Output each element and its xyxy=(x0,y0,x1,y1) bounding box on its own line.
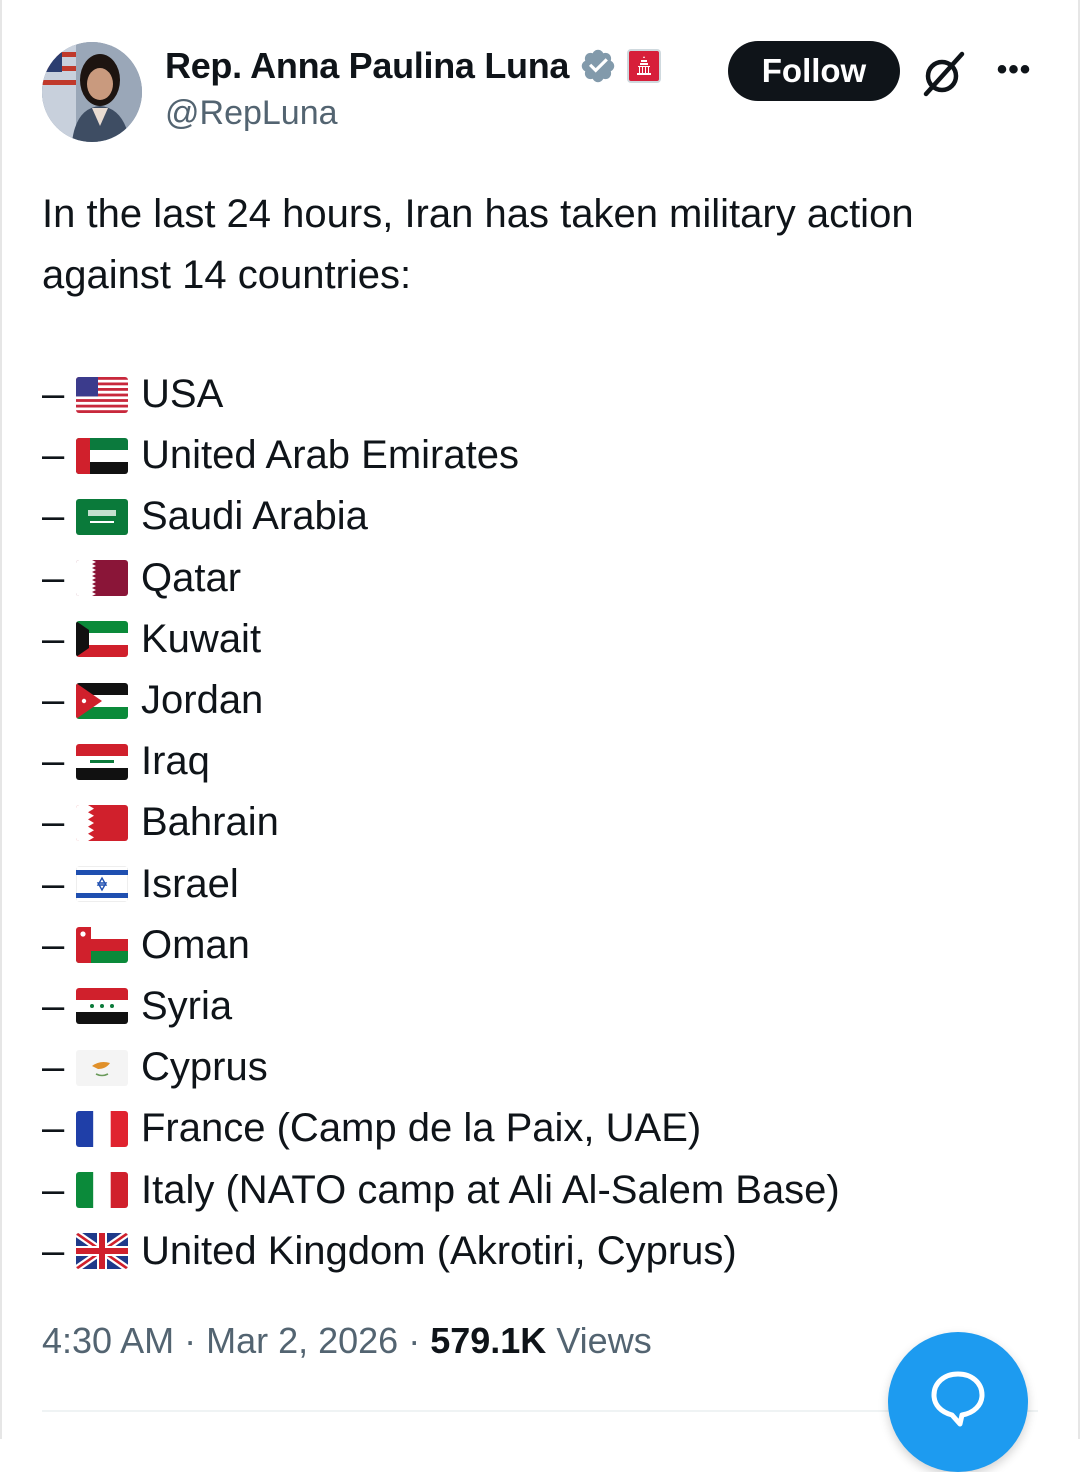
tweet-meta: 4:30 AM · Mar 2, 2026 · 579.1K Views xyxy=(42,1320,652,1362)
flag-cyprus-icon xyxy=(76,1049,128,1086)
verified-badge-icon[interactable] xyxy=(579,47,617,85)
list-item-label: Kuwait xyxy=(141,616,262,661)
list-dash: – xyxy=(42,433,65,478)
list-dash: – xyxy=(42,861,65,906)
list-item: – Iraq xyxy=(42,731,1042,792)
list-item-label: USA xyxy=(141,372,224,417)
flag-usa-icon xyxy=(76,376,128,413)
list-item-label: Qatar xyxy=(141,555,242,600)
tweet-body: In the last 24 hours, Iran has taken mil… xyxy=(42,184,1042,306)
left-border xyxy=(0,0,2,1439)
flag-israel-icon xyxy=(76,866,128,903)
meta-separator: · xyxy=(174,1320,207,1361)
list-dash: – xyxy=(42,922,65,967)
list-dash: – xyxy=(42,555,65,600)
reply-fab-button[interactable] xyxy=(888,1332,1028,1472)
list-item-label: Syria xyxy=(141,983,233,1028)
list-item-label: Oman xyxy=(141,922,250,967)
list-dash: – xyxy=(42,372,65,417)
name-row: Rep. Anna Paulina Luna xyxy=(165,42,662,90)
list-item: – Italy (NATO camp at Ali Al-Salem Base) xyxy=(42,1159,1042,1220)
list-item-label: United Kingdom (Akrotiri, Cyprus) xyxy=(141,1228,737,1273)
list-item: – Syria xyxy=(42,976,1042,1037)
list-item: – Oman xyxy=(42,915,1042,976)
grok-icon[interactable] xyxy=(918,48,970,100)
list-item-label: Cyprus xyxy=(141,1045,268,1090)
list-dash: – xyxy=(42,1167,65,1212)
list-item-label: Jordan xyxy=(141,678,264,723)
list-item: – Bahrain xyxy=(42,792,1042,853)
flag-oman-icon xyxy=(76,927,128,964)
list-dash: – xyxy=(42,678,65,723)
list-dash: – xyxy=(42,800,65,845)
flag-uk-icon xyxy=(76,1233,128,1270)
list-item: – Kuwait xyxy=(42,609,1042,670)
list-item-label: Israel xyxy=(141,861,239,906)
list-dash: – xyxy=(42,616,65,661)
list-item-label: Italy (NATO camp at Ali Al-Salem Base) xyxy=(141,1167,840,1212)
list-item: – France (Camp de la Paix, UAE) xyxy=(42,1098,1042,1159)
list-item-label: Saudi Arabia xyxy=(141,494,368,539)
views-count[interactable]: 579.1K xyxy=(430,1320,546,1362)
flag-bahrain-icon xyxy=(76,804,128,841)
list-dash: – xyxy=(42,1106,65,1151)
more-options-icon[interactable]: ••• xyxy=(992,50,1036,90)
flag-iraq-icon xyxy=(76,743,128,780)
flag-kuwait-icon xyxy=(76,621,128,658)
flag-qatar-icon xyxy=(76,560,128,597)
user-handle[interactable]: @RepLuna xyxy=(165,94,338,133)
flag-jordan-icon xyxy=(76,682,128,719)
views-label: Views xyxy=(546,1320,652,1361)
tweet-intro: In the last 24 hours, Iran has taken mil… xyxy=(42,192,914,297)
flag-italy-icon xyxy=(76,1172,128,1209)
list-item: – Saudi Arabia xyxy=(42,486,1042,547)
list-item: – Qatar xyxy=(42,548,1042,609)
follow-button[interactable]: Follow xyxy=(728,41,900,101)
tweet-date[interactable]: Mar 2, 2026 xyxy=(206,1320,398,1362)
display-name[interactable]: Rep. Anna Paulina Luna xyxy=(165,45,569,87)
reply-bubble-icon xyxy=(931,1371,985,1427)
avatar[interactable] xyxy=(42,42,142,142)
list-item: – United Arab Emirates xyxy=(42,425,1042,486)
tweet-header: Rep. Anna Paulina Luna @RepLuna Follow •… xyxy=(0,0,1080,160)
flag-saudi-arabia-icon xyxy=(76,498,128,535)
list-item-label: Bahrain xyxy=(141,800,279,845)
flag-syria-icon xyxy=(76,988,128,1025)
list-item: – Jordan xyxy=(42,670,1042,731)
list-item: – Cyprus xyxy=(42,1037,1042,1098)
list-item: – Israel xyxy=(42,854,1042,915)
list-dash: – xyxy=(42,494,65,539)
tweet-time[interactable]: 4:30 AM xyxy=(42,1320,174,1362)
list-item: – United Kingdom (Akrotiri, Cyprus) xyxy=(42,1221,1042,1282)
list-dash: – xyxy=(42,1045,65,1090)
flag-uae-icon xyxy=(76,437,128,474)
meta-separator: · xyxy=(398,1320,431,1361)
list-item-label: France (Camp de la Paix, UAE) xyxy=(141,1106,702,1151)
list-dash: – xyxy=(42,1228,65,1273)
list-dash: – xyxy=(42,739,65,784)
list-dash: – xyxy=(42,983,65,1028)
country-list: – USA – United Arab Emirates – Saudi Ara… xyxy=(42,364,1042,1282)
us-capitol-badge-icon[interactable] xyxy=(627,49,662,83)
flag-france-icon xyxy=(76,1110,128,1147)
list-item-label: United Arab Emirates xyxy=(141,433,519,478)
list-item-label: Iraq xyxy=(141,739,210,784)
list-item: – USA xyxy=(42,364,1042,425)
